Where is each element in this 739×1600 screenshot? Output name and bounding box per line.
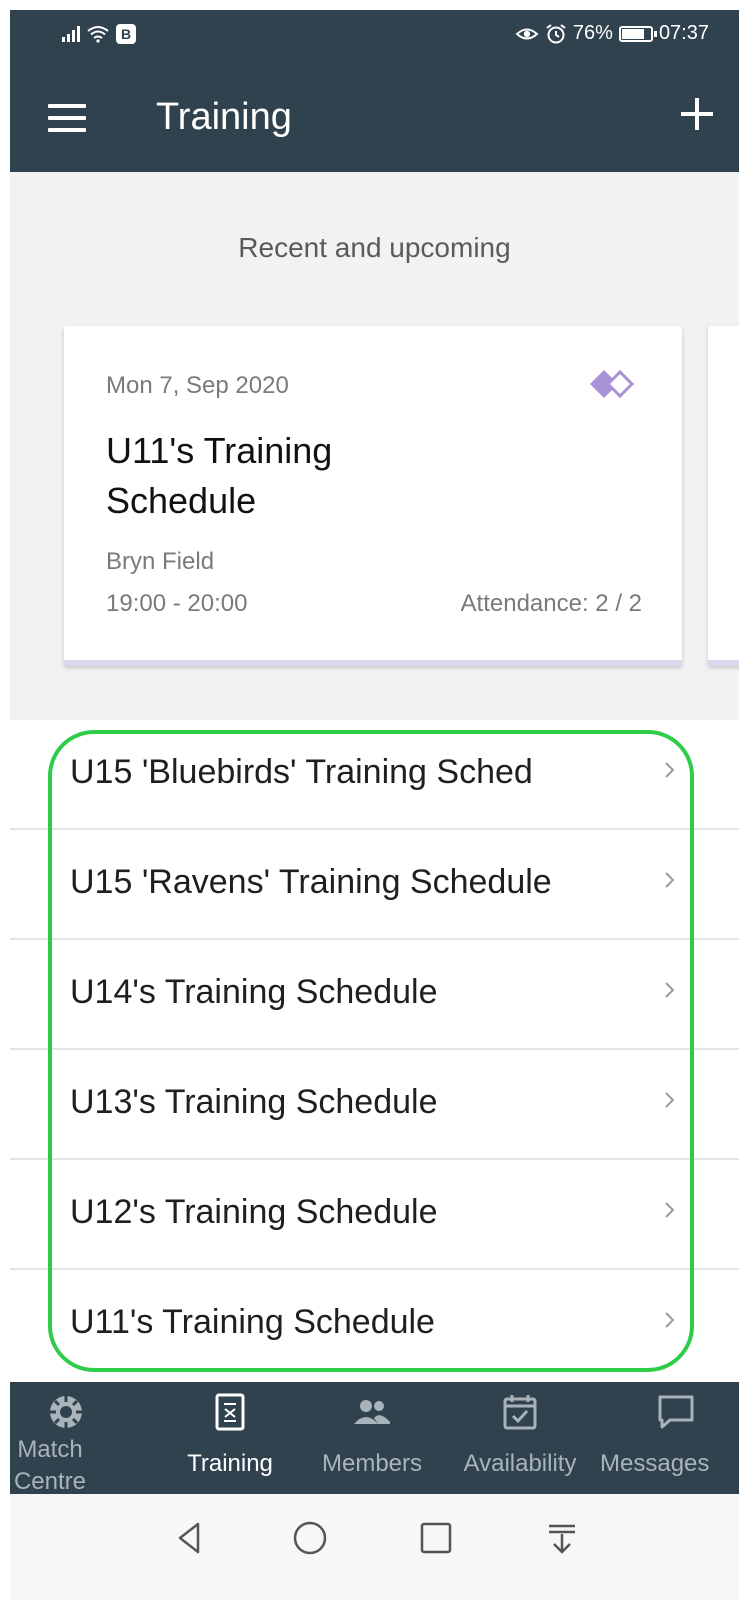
tab-label: Availability [463,1450,577,1477]
chevron-right-icon [665,762,675,778]
schedule-item-u13[interactable]: U13's Training Schedule [10,1050,739,1160]
schedule-list: U15 'Bluebirds' Training Sched U15 'Rave… [10,720,739,1382]
bottom-nav: Match Centre Training Members Availabili… [10,1382,739,1495]
system-nav-bar [10,1494,739,1600]
recents-square-icon[interactable] [414,1516,458,1560]
tab-label: Match [17,1436,83,1463]
schedule-item-u12[interactable]: U12's Training Schedule [10,1160,739,1270]
signal-icon [62,26,80,42]
tab-availability[interactable]: Availability [450,1382,590,1494]
members-icon [354,1400,390,1424]
tab-label: Members [321,1450,423,1477]
card-title: U11's Training Schedule [106,430,333,521]
status-left: B [62,24,136,44]
chevron-right-icon [665,1202,675,1218]
schedule-item-label: U11's Training Schedule [70,1303,435,1341]
next-card-peek[interactable] [708,326,739,666]
tab-label: Messages [600,1450,710,1477]
tab-messages[interactable]: Messages [598,1382,739,1494]
schedule-item-label: U15 'Ravens' Training Schedule [70,863,552,901]
schedule-item-label: U15 'Bluebirds' Training Sched [70,753,533,791]
chevron-right-icon [665,982,675,998]
wifi-icon [87,26,109,43]
status-right: 76% 07:37 [515,22,709,45]
notification-pulldown-icon[interactable] [540,1516,584,1560]
card-location: Bryn Field [106,548,215,575]
schedule-item-u14[interactable]: U14's Training Schedule [10,940,739,1050]
training-icon [215,1393,245,1431]
tab-label: Training [187,1450,273,1477]
match-centre-icon [50,1396,82,1428]
schedule-item-label: U12's Training Schedule [70,1193,438,1231]
app-bar: Training [10,62,739,172]
battery-percent: 76% [572,22,613,44]
recent-heading: Recent and upcoming [238,232,511,263]
battery-icon [618,25,657,42]
tab-members[interactable]: Members [310,1382,434,1494]
tab-match-centre[interactable]: Match Centre [10,1382,130,1495]
schedule-item-u15-ravens[interactable]: U15 'Ravens' Training Schedule [10,830,739,940]
schedule-item-u15-bluebirds[interactable]: U15 'Bluebirds' Training Sched [10,720,739,830]
home-circle-icon[interactable] [288,1516,332,1560]
schedule-item-label: U14's Training Schedule [70,973,438,1011]
frame-edge [0,0,10,1600]
status-bar: B 76% 07:37 [10,10,739,62]
alarm-icon [546,23,566,43]
card-attendance: Attendance: 2 / 2 [460,590,642,617]
message-icon [658,1395,694,1429]
add-plus-icon[interactable] [679,96,715,132]
hamburger-menu-icon[interactable] [48,104,86,132]
app-screen: B 76% 07:37 Training Recent and upcoming [10,0,739,1600]
recent-training-card[interactable]: Mon 7, Sep 2020 U11's Training Schedule … [64,326,682,666]
eye-icon [515,28,539,39]
chevron-right-icon [665,1312,675,1328]
calendar-check-icon [503,1395,537,1430]
schedule-item-u11[interactable]: U11's Training Schedule [10,1270,739,1380]
card-time: 19:00 - 20:00 [106,590,248,617]
diamond-tag-icon [590,369,635,399]
schedule-item-label: U13's Training Schedule [70,1083,438,1121]
b-badge-icon: B [116,24,136,44]
tab-training[interactable]: Training [170,1382,290,1494]
page-title: Training [156,96,292,138]
chevron-right-icon [665,1092,675,1108]
card-date: Mon 7, Sep 2020 [106,372,289,399]
recent-section: Recent and upcoming Mon 7, Sep 2020 U11'… [10,172,739,720]
clock: 07:37 [658,22,709,44]
tab-label: Centre [13,1468,87,1495]
chevron-right-icon [665,872,675,888]
back-triangle-icon[interactable] [168,1516,212,1560]
